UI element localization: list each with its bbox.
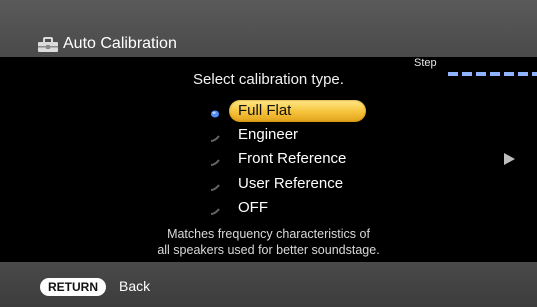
back-label: Back bbox=[119, 278, 151, 294]
return-button[interactable]: RETURN bbox=[40, 278, 106, 296]
option-label: Full Flat bbox=[238, 102, 292, 119]
bullet-icon bbox=[210, 203, 222, 215]
option-label: User Reference bbox=[238, 175, 344, 192]
toolbox-icon bbox=[37, 36, 59, 54]
next-arrow-icon[interactable] bbox=[504, 153, 515, 165]
main-panel: Step Select calibration type. Full Flat … bbox=[0, 57, 537, 262]
bullet-icon bbox=[210, 130, 222, 142]
footer-bar: RETURN Back bbox=[0, 262, 537, 307]
option-description: Matches frequency characteristics of all… bbox=[0, 226, 537, 258]
option-label: Engineer bbox=[238, 126, 299, 143]
description-line-2: all speakers used for better soundstage. bbox=[157, 243, 380, 257]
step-progress-indicator bbox=[448, 63, 537, 76]
option-label: OFF bbox=[238, 199, 268, 216]
selected-bullet-icon bbox=[210, 106, 222, 118]
bullet-icon bbox=[210, 154, 222, 166]
description-line-1: Matches frequency characteristics of bbox=[167, 227, 370, 241]
page-title: Auto Calibration bbox=[63, 35, 177, 52]
bullet-icon bbox=[210, 179, 222, 191]
step-label: Step bbox=[414, 57, 437, 69]
title-bar: Auto Calibration bbox=[0, 33, 537, 57]
prompt-text: Select calibration type. bbox=[193, 71, 344, 88]
option-label: Front Reference bbox=[238, 150, 347, 167]
